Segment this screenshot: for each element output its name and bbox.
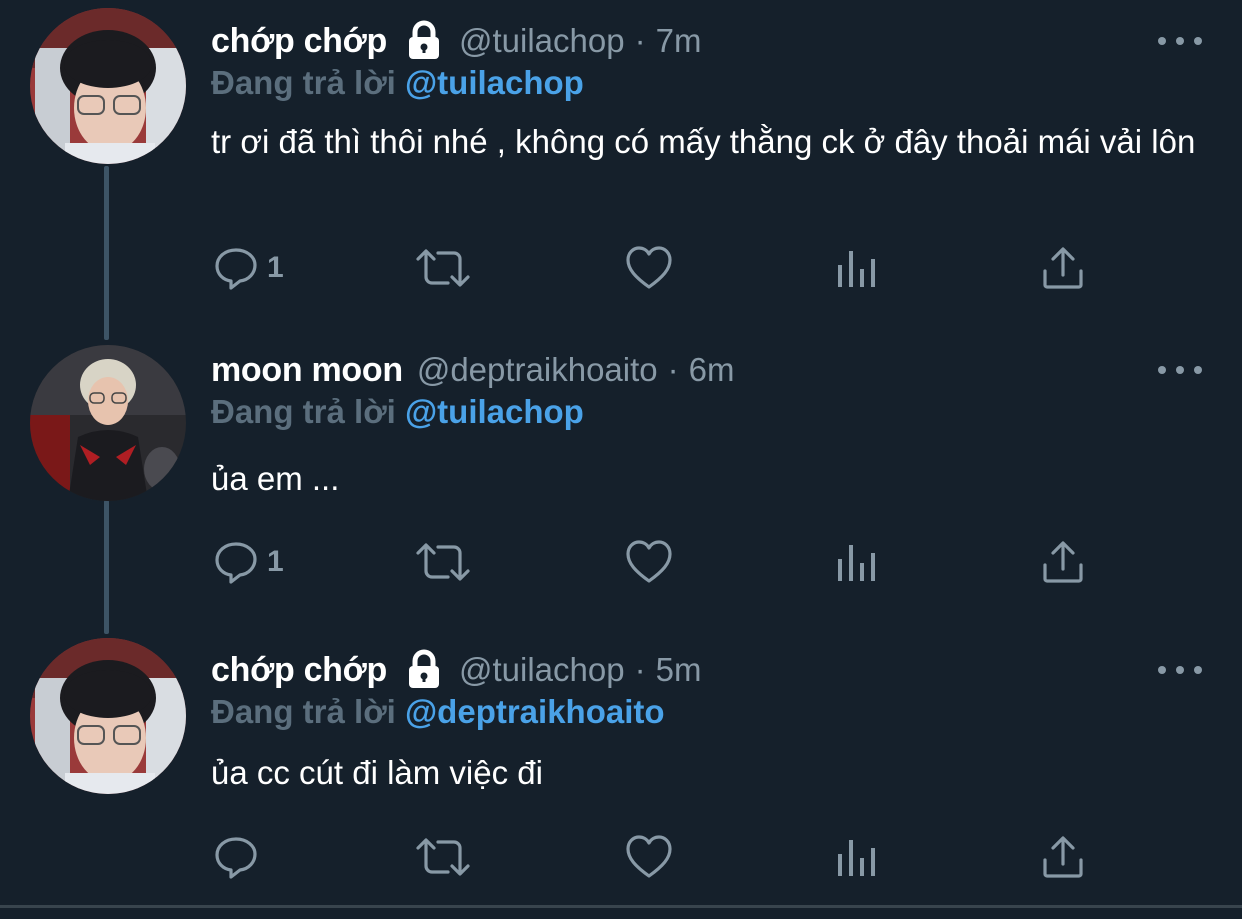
analytics-button[interactable] (835, 243, 877, 293)
more-options-button[interactable] (1158, 355, 1202, 385)
reply-mention-link[interactable]: @tuilachop (405, 64, 584, 101)
tweet-text: tr ơi đã thì thôi nhé , không có mấy thằ… (211, 123, 1196, 160)
user-handle[interactable]: @deptraikhoaito (417, 351, 658, 389)
tweet-text: ủa cc cút đi làm việc đi (211, 754, 543, 791)
tweet[interactable]: moon moon @deptraikhoaito · 6m Đang trả … (0, 345, 1242, 615)
tweet-header: chớp chớp @tuilachop · 7m (211, 16, 701, 66)
reply-context: Đang trả lời @deptraikhoaito (211, 693, 665, 731)
more-options-button[interactable] (1158, 655, 1202, 685)
reply-icon (215, 248, 257, 290)
like-icon (626, 246, 672, 289)
analytics-icon (838, 251, 875, 287)
analytics-icon (838, 840, 875, 876)
divider (0, 905, 1242, 908)
lock-icon (408, 649, 439, 688)
more-dot (1194, 366, 1202, 374)
timestamp[interactable]: 5m (656, 651, 702, 689)
separator-dot: · (667, 351, 679, 388)
reply-count: 1 (267, 251, 284, 284)
lock-icon (408, 20, 439, 59)
share-icon (1043, 247, 1083, 289)
analytics-button[interactable] (835, 537, 877, 587)
like-icon (626, 835, 672, 878)
separator-dot: · (634, 651, 646, 688)
reply-context: Đang trả lời @tuilachop (211, 393, 584, 431)
reply-prefix: Đang trả lời (211, 693, 396, 730)
conversation-thread: chớp chớp @tuilachop · 7m Đang trả lời @… (0, 0, 1242, 919)
more-dot (1176, 37, 1184, 45)
share-button[interactable] (1041, 832, 1085, 882)
timestamp[interactable]: 6m (689, 351, 735, 389)
user-handle[interactable]: @tuilachop (459, 22, 625, 60)
analytics-icon (838, 545, 875, 581)
avatar[interactable] (30, 345, 186, 501)
reply-prefix: Đang trả lời (211, 64, 396, 101)
like-button[interactable] (625, 537, 673, 587)
retweet-icon (416, 838, 470, 876)
tweet-actions: 1 (211, 537, 1111, 587)
reply-icon (215, 837, 257, 879)
avatar[interactable] (30, 638, 186, 794)
tweet-actions: 1 (211, 243, 1111, 293)
more-dot (1158, 666, 1166, 674)
retweet-button[interactable] (415, 243, 471, 293)
retweet-icon (416, 543, 470, 581)
separator-dot: · (634, 22, 646, 59)
like-button[interactable] (625, 832, 673, 882)
share-icon (1043, 541, 1083, 583)
display-name[interactable]: chớp chớp (211, 22, 387, 61)
reply-mention-link[interactable]: @deptraikhoaito (405, 693, 665, 730)
reply-button[interactable]: 1 (213, 537, 284, 587)
reply-button[interactable]: 1 (213, 243, 284, 293)
retweet-icon (416, 249, 470, 287)
reply-mention-link[interactable]: @tuilachop (405, 393, 584, 430)
display-name[interactable]: chớp chớp (211, 651, 387, 690)
tweet[interactable]: chớp chớp @tuilachop · 7m Đang trả lời @… (0, 8, 1242, 316)
more-dot (1158, 37, 1166, 45)
share-icon (1043, 836, 1083, 878)
like-button[interactable] (625, 243, 673, 293)
reply-count: 1 (267, 545, 284, 578)
more-dot (1176, 666, 1184, 674)
user-handle[interactable]: @tuilachop (459, 651, 625, 689)
share-button[interactable] (1041, 537, 1085, 587)
share-button[interactable] (1041, 243, 1085, 293)
tweet-header: moon moon @deptraikhoaito · 6m (211, 345, 735, 395)
retweet-button[interactable] (415, 537, 471, 587)
avatar-image (30, 345, 186, 501)
analytics-button[interactable] (835, 832, 877, 882)
reply-button[interactable] (213, 832, 267, 882)
more-options-button[interactable] (1158, 26, 1202, 56)
reply-context: Đang trả lời @tuilachop (211, 64, 584, 102)
tweet[interactable]: chớp chớp @tuilachop · 5m Đang trả lời @… (0, 638, 1242, 895)
tweet-text: ủa em ... (211, 460, 340, 497)
avatar[interactable] (30, 8, 186, 164)
more-dot (1158, 366, 1166, 374)
more-dot (1194, 37, 1202, 45)
more-dot (1194, 666, 1202, 674)
reply-prefix: Đang trả lời (211, 393, 396, 430)
avatar-image (30, 638, 186, 794)
avatar-image (30, 8, 186, 164)
like-icon (626, 540, 672, 583)
tweet-header: chớp chớp @tuilachop · 5m (211, 645, 701, 695)
display-name[interactable]: moon moon (211, 351, 403, 390)
reply-icon (215, 542, 257, 584)
retweet-button[interactable] (415, 832, 471, 882)
tweet-actions (211, 832, 1111, 882)
more-dot (1176, 366, 1184, 374)
timestamp[interactable]: 7m (656, 22, 702, 60)
